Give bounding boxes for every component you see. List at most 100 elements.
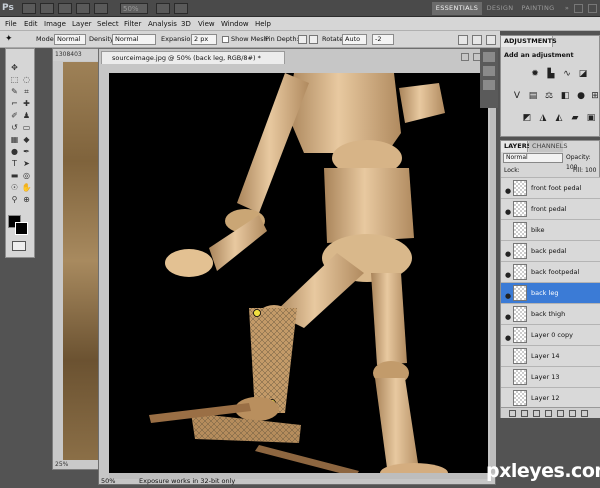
menu-window[interactable]: Window xyxy=(221,17,249,31)
layer-mask-icon[interactable] xyxy=(533,410,540,417)
menu-view[interactable]: View xyxy=(198,17,215,31)
minimize-icon[interactable] xyxy=(574,4,583,13)
layer-row[interactable]: Layer 12 xyxy=(501,387,600,408)
lasso-tool-icon[interactable]: ◌ xyxy=(21,75,32,85)
workspace-painting-button[interactable]: PAINTING xyxy=(520,2,556,15)
menu-image[interactable]: Image xyxy=(44,17,66,31)
levels-icon[interactable]: ▙ xyxy=(545,68,557,80)
hand-tool-icon[interactable] xyxy=(76,3,90,14)
workspace-more-button[interactable]: » xyxy=(562,2,572,15)
background-color-swatch[interactable] xyxy=(15,222,28,235)
view-extras-icon[interactable] xyxy=(58,3,72,14)
show-mesh-checkbox[interactable] xyxy=(222,36,229,43)
expansion-field[interactable]: 2 px xyxy=(191,34,217,45)
layer-row[interactable]: ● back leg xyxy=(501,282,600,303)
delete-layer-icon[interactable] xyxy=(581,410,588,417)
type-tool-icon[interactable]: T xyxy=(9,159,20,169)
rotate-select[interactable]: Auto xyxy=(342,34,367,45)
eraser-icon[interactable]: ▭ xyxy=(21,123,32,133)
workspace-essentials-button[interactable]: ESSENTIALS xyxy=(432,2,482,15)
arrange-documents-icon[interactable] xyxy=(156,3,170,14)
document-minimize-icon[interactable] xyxy=(461,53,469,61)
mini-bridge-icon[interactable] xyxy=(40,3,54,14)
crop-tool-icon[interactable]: ⌗ xyxy=(21,87,32,97)
move-tool-icon[interactable]: ✥ xyxy=(9,63,20,73)
commit-warp-icon[interactable] xyxy=(486,35,496,45)
puppet-warp-icon[interactable]: ✦ xyxy=(5,33,25,46)
bridge-icon[interactable] xyxy=(22,3,36,14)
menu-help[interactable]: Help xyxy=(255,17,271,31)
menu-analysis[interactable]: Analysis xyxy=(148,17,177,31)
layer-style-icon[interactable] xyxy=(521,410,528,417)
pin-backward-icon[interactable] xyxy=(309,35,318,44)
menu-layer[interactable]: Layer xyxy=(72,17,92,31)
clone-stamp-icon[interactable]: ♟ xyxy=(21,111,32,121)
close-icon[interactable] xyxy=(588,4,597,13)
brushes-panel-icon[interactable] xyxy=(483,80,495,90)
gradient-tool-icon[interactable]: ▦ xyxy=(9,135,20,145)
cancel-warp-icon[interactable] xyxy=(472,35,482,45)
shape-tool-icon[interactable]: ▬ xyxy=(9,171,20,181)
document-zoom-level[interactable]: 50% xyxy=(101,477,131,485)
quick-mask-icon[interactable] xyxy=(12,241,26,251)
image-canvas[interactable] xyxy=(109,73,488,473)
magnify-icon[interactable]: ⊕ xyxy=(21,195,32,205)
color-balance-icon[interactable]: ⚖ xyxy=(543,90,555,102)
brush-tool-icon[interactable]: ✐ xyxy=(9,111,20,121)
layer-row[interactable]: ● front foot pedal xyxy=(501,177,600,198)
marquee-tool-icon[interactable]: ⬚ xyxy=(9,75,20,85)
brightness-contrast-icon[interactable]: ✹ xyxy=(529,68,541,80)
gradient-map-icon[interactable]: ▰ xyxy=(569,112,581,124)
posterize-icon[interactable]: ◮ xyxy=(537,112,549,124)
exposure-icon[interactable]: ◪ xyxy=(577,68,589,80)
fill-field[interactable]: Fill: 100 xyxy=(573,166,600,176)
3d-rotate-icon[interactable]: ◎ xyxy=(21,171,32,181)
layer-row[interactable]: ● front pedal xyxy=(501,198,600,219)
eyedropper-icon[interactable]: ⌐ xyxy=(9,99,20,109)
curves-icon[interactable]: ∿ xyxy=(561,68,573,80)
layer-row[interactable]: ● back thigh xyxy=(501,303,600,324)
tab-channels[interactable]: CHANNELS xyxy=(529,141,567,152)
layer-row[interactable]: Layer 13 xyxy=(501,366,600,387)
layer-row[interactable]: Layer 14 xyxy=(501,345,600,366)
vertical-scrollbar[interactable] xyxy=(490,73,496,473)
history-brush-icon[interactable]: ↺ xyxy=(9,123,20,133)
link-layers-icon[interactable] xyxy=(509,410,516,417)
layer-row[interactable]: bike xyxy=(501,219,600,240)
zoom-icon[interactable]: ⚲ xyxy=(9,195,20,205)
new-group-icon[interactable] xyxy=(557,410,564,417)
menu-file[interactable]: File xyxy=(5,17,17,31)
blur-tool-icon[interactable]: ◆ xyxy=(21,135,32,145)
mode-select[interactable]: Normal xyxy=(54,34,86,45)
cancel-transform-icon[interactable] xyxy=(458,35,468,45)
opacity-field[interactable]: Opacity: 100 xyxy=(566,153,596,171)
workspace-design-button[interactable]: DESIGN xyxy=(485,2,515,15)
pin-forward-icon[interactable] xyxy=(298,35,307,44)
vibrance-icon[interactable]: V xyxy=(511,90,523,102)
history-panel-icon[interactable] xyxy=(483,52,495,62)
menu-edit[interactable]: Edit xyxy=(24,17,38,31)
photo-filter-icon[interactable]: ● xyxy=(575,90,587,102)
healing-brush-icon[interactable]: ✚ xyxy=(21,99,32,109)
zoom-tool-icon[interactable] xyxy=(94,3,108,14)
new-layer-icon[interactable] xyxy=(569,410,576,417)
threshold-icon[interactable]: ◭ xyxy=(553,112,565,124)
zoom-level-field[interactable]: 50% xyxy=(120,3,148,14)
rotate-degrees-field[interactable]: -2 xyxy=(372,34,394,45)
blend-mode-select[interactable]: Normal xyxy=(503,153,563,163)
dodge-tool-icon[interactable]: ● xyxy=(9,147,20,157)
channel-mixer-icon[interactable]: ⊞ xyxy=(589,90,600,102)
path-selection-icon[interactable]: ➤ xyxy=(21,159,32,169)
invert-icon[interactable]: ◩ xyxy=(521,112,533,124)
density-select[interactable]: Normal xyxy=(112,34,156,45)
3d-camera-icon[interactable]: ☉ xyxy=(9,183,20,193)
black-white-icon[interactable]: ◧ xyxy=(559,90,571,102)
selective-color-icon[interactable]: ▣ xyxy=(585,112,597,124)
pen-tool-icon[interactable]: ✒ xyxy=(21,147,32,157)
actions-panel-icon[interactable] xyxy=(483,66,495,76)
hand-icon[interactable]: ✋ xyxy=(21,183,32,193)
adjustments-tab[interactable]: ADJUSTMENTS xyxy=(501,36,557,47)
layer-row[interactable]: ● back footpedal xyxy=(501,261,600,282)
menu-select[interactable]: Select xyxy=(97,17,119,31)
menu-3d[interactable]: 3D xyxy=(181,17,191,31)
